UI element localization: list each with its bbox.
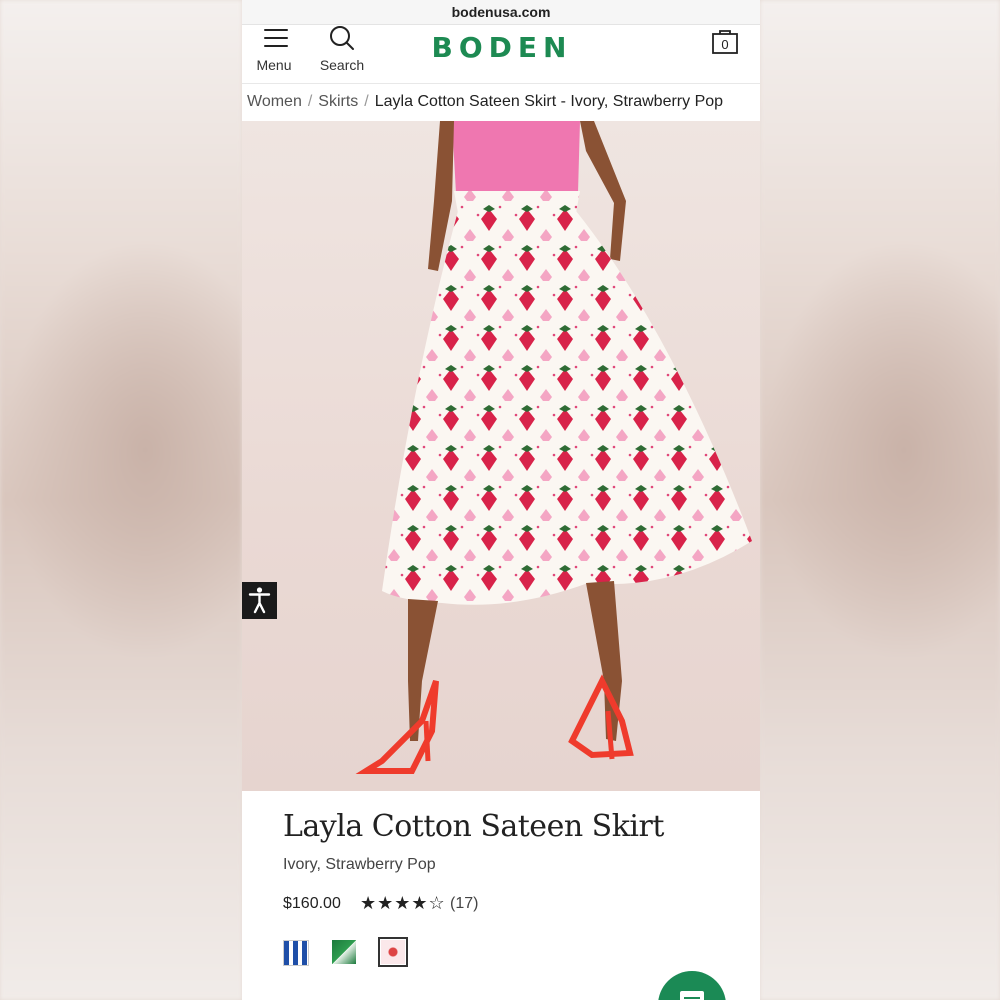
shopping-bag-button[interactable]: 0 <box>710 27 740 57</box>
product-price: $160.00 <box>283 895 341 912</box>
swatch-blue-stripe[interactable] <box>283 940 309 966</box>
product-info: Layla Cotton Sateen Skirt Ivory, Strawbe… <box>242 791 760 1000</box>
swatch-strawberry-print-selected[interactable] <box>378 937 408 967</box>
hamburger-icon <box>264 29 288 47</box>
breadcrumb: Women / Skirts / Layla Cotton Sateen Skirt -… <box>242 84 760 120</box>
rating-stars[interactable]: ★★★★☆ <box>360 893 446 914</box>
product-image[interactable] <box>242 121 760 791</box>
mobile-page: bodenusa.com Menu Search BODEN 0 Women / S… <box>242 0 760 1000</box>
review-count[interactable]: (17) <box>450 895 478 913</box>
site-header: Menu Search BODEN 0 <box>242 25 760 84</box>
breadcrumb-separator: / <box>307 93 313 110</box>
breadcrumb-women[interactable]: Women <box>247 93 302 110</box>
breadcrumb-current: Layla Cotton Sateen Skirt - Ivory, Straw… <box>374 93 724 110</box>
menu-button[interactable]: Menu <box>244 25 304 83</box>
url-text: bodenusa.com <box>451 4 551 20</box>
blurred-background-right <box>760 0 1000 1000</box>
accessibility-button[interactable] <box>242 582 277 619</box>
search-icon <box>330 26 354 50</box>
swatch-green-print[interactable] <box>332 940 356 964</box>
search-label: Search <box>319 57 365 73</box>
menu-label: Menu <box>256 57 292 73</box>
product-colour: Ivory, Strawberry Pop <box>283 856 436 873</box>
product-photo-illustration <box>355 121 752 774</box>
blurred-background-left <box>0 0 242 1000</box>
search-button[interactable]: Search <box>312 25 372 83</box>
boden-logo[interactable]: BODEN <box>422 31 582 64</box>
accessibility-icon <box>248 587 271 614</box>
shopping-bag-icon: 0 <box>712 30 738 54</box>
product-title: Layla Cotton Sateen Skirt <box>283 809 664 844</box>
bag-count: 0 <box>721 37 728 52</box>
chat-icon <box>680 991 704 1000</box>
breadcrumb-separator: / <box>364 93 369 110</box>
breadcrumb-skirts[interactable]: Skirts <box>318 93 358 110</box>
url-bar[interactable]: bodenusa.com <box>242 0 760 25</box>
